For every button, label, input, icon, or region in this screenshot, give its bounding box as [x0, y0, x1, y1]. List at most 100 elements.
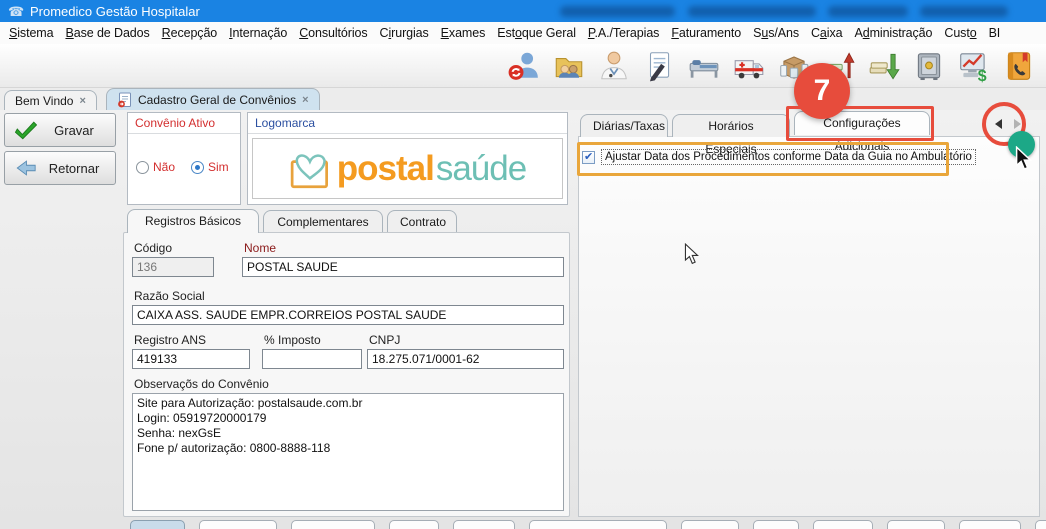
tab-close-icon[interactable]: × — [302, 94, 308, 106]
codigo-input — [132, 257, 214, 277]
configuracoes-adicionais-panel — [578, 136, 1040, 517]
radio-sim-label: Sim — [208, 160, 229, 174]
menu-item-bi[interactable]: BI — [983, 26, 1007, 40]
hospital-bed-icon[interactable] — [685, 47, 723, 85]
envelope-heart-icon — [289, 149, 335, 191]
tab-bem-vindo[interactable]: Bem Vindo × — [4, 90, 97, 110]
radio-selected-icon — [191, 161, 204, 174]
postalsaude-logo: postal saúde — [252, 138, 563, 199]
bottom-tab-stub[interactable] — [681, 520, 739, 529]
toolbar: $ — [0, 44, 1046, 88]
bottom-tab-stub[interactable] — [291, 520, 375, 529]
svg-text:$: $ — [978, 67, 987, 82]
mouse-cursor-click — [1015, 146, 1032, 171]
registros-basicos-panel: Código Nome Razão Social Registro ANS % … — [123, 232, 570, 517]
safe-icon[interactable] — [910, 47, 948, 85]
redacted-title-text — [560, 6, 675, 17]
nome-input[interactable] — [242, 257, 564, 277]
tab-registros-basicos[interactable]: Registros Básicos — [127, 209, 259, 233]
tab-cadastro-label: Cadastro Geral de Convênios — [138, 93, 296, 107]
menu-item-estoque-geral[interactable]: Estoque Geral — [491, 26, 582, 40]
save-button-label: Gravar — [47, 123, 101, 138]
bottom-tab-stub[interactable] — [529, 520, 667, 529]
menu-item-cirurgias[interactable]: Cirurgias — [374, 26, 435, 40]
cnpj-input[interactable] — [367, 349, 564, 369]
tab-diarias-taxas-label: Diárias/Taxas — [593, 119, 665, 133]
bottom-tab-stub[interactable] — [753, 520, 799, 529]
bottom-tab-stub[interactable] — [813, 520, 873, 529]
observacoes-label: Observaçõs do Convênio — [134, 377, 269, 391]
menu-bar: SistemaBase de DadosRecepçãoInternaçãoCo… — [0, 22, 1046, 44]
nome-label: Nome — [244, 241, 276, 255]
bottom-tab-stub[interactable] — [887, 520, 945, 529]
tab-contrato[interactable]: Contrato — [387, 210, 457, 233]
menu-item-base-de-dados[interactable]: Base de Dados — [59, 26, 155, 40]
menu-item-administra-o[interactable]: Administração — [848, 26, 938, 40]
logomarca-title: Logomarca — [248, 113, 567, 134]
menu-item-custo[interactable]: Custo — [938, 26, 982, 40]
codigo-label: Código — [134, 241, 172, 255]
expense-down-icon[interactable] — [865, 47, 903, 85]
menu-item-sistema[interactable]: Sistema — [3, 26, 59, 40]
orange-highlight-rectangle — [577, 142, 949, 176]
radio-nao[interactable]: Não — [136, 160, 175, 174]
bottom-tab-row — [130, 520, 1046, 529]
tab-horarios-especiais[interactable]: Horários Especiais — [672, 114, 790, 137]
convenio-ativo-title: Convênio Ativo — [128, 113, 240, 134]
tab-contrato-label: Contrato — [400, 215, 446, 229]
menu-item-consult-rios[interactable]: Consultórios — [293, 26, 373, 40]
convenio-ativo-groupbox: Convênio Ativo Não Sim — [127, 112, 241, 205]
tab-close-icon[interactable]: × — [79, 95, 85, 107]
tab-complementares-label: Complementares — [277, 215, 368, 229]
bottom-tab-stub[interactable] — [199, 520, 277, 529]
tab-complementares[interactable]: Complementares — [263, 210, 383, 233]
cnpj-label: CNPJ — [369, 333, 400, 347]
bottom-tab-stub[interactable] — [130, 520, 185, 529]
radio-sim[interactable]: Sim — [191, 160, 229, 174]
menu-item-recep-o[interactable]: Recepção — [156, 26, 224, 40]
ambulance-icon[interactable] — [730, 47, 768, 85]
razao-social-input[interactable] — [132, 305, 564, 325]
radio-nao-label: Não — [153, 160, 175, 174]
return-button[interactable]: Retornar — [4, 151, 116, 185]
return-button-label: Retornar — [47, 161, 101, 176]
tab-cadastro-geral-de-convenios[interactable]: Cadastro Geral de Convênios × — [106, 88, 320, 110]
logo-text-postal: postal — [337, 149, 434, 189]
save-button[interactable]: Gravar — [4, 113, 116, 147]
menu-item-faturamento[interactable]: Faturamento — [665, 26, 747, 40]
registro-ans-label: Registro ANS — [134, 333, 206, 347]
financial-report-icon[interactable]: $ — [955, 47, 993, 85]
logomarca-groupbox: Logomarca postal saúde — [247, 112, 568, 205]
observacoes-textarea[interactable]: Site para Autorização: postalsaude.com.b… — [132, 393, 564, 511]
redacted-title-text — [828, 6, 908, 17]
doctor-icon[interactable] — [595, 47, 633, 85]
menu-item-interna-o[interactable]: Internação — [223, 26, 293, 40]
document-icon — [117, 92, 132, 108]
tab-bem-vindo-label: Bem Vindo — [15, 94, 73, 108]
app-phone-icon: ☎ — [8, 4, 23, 19]
bottom-tab-stub[interactable] — [1035, 520, 1046, 529]
menu-item-p-a-terapias[interactable]: P.A./Terapias — [582, 26, 665, 40]
green-check-icon — [15, 119, 37, 141]
logo-text-saude: saúde — [436, 149, 526, 189]
menu-item-caixa[interactable]: Caixa — [805, 26, 848, 40]
registro-ans-input[interactable] — [132, 349, 250, 369]
contract-icon[interactable] — [640, 47, 678, 85]
menu-item-sus-ans[interactable]: Sus/Ans — [747, 26, 805, 40]
red-highlight-rectangle — [786, 106, 934, 141]
mouse-cursor — [684, 243, 699, 265]
bottom-tab-stub[interactable] — [453, 520, 515, 529]
imposto-label: % Imposto — [264, 333, 321, 347]
patient-folder-icon[interactable] — [550, 47, 588, 85]
redacted-title-text — [688, 6, 816, 17]
bottom-tab-stub[interactable] — [959, 520, 1021, 529]
tab-diarias-taxas[interactable]: Diárias/Taxas — [580, 114, 668, 137]
bottom-tab-stub[interactable] — [389, 520, 439, 529]
refresh-user-icon[interactable] — [505, 47, 543, 85]
blue-back-arrow-icon — [15, 157, 37, 179]
menu-item-exames[interactable]: Exames — [435, 26, 492, 40]
tab-registros-basicos-label: Registros Básicos — [145, 214, 241, 228]
imposto-input[interactable] — [262, 349, 362, 369]
window-title: Promedico Gestão Hospitalar — [30, 4, 200, 19]
phone-directory-icon[interactable] — [1000, 47, 1038, 85]
